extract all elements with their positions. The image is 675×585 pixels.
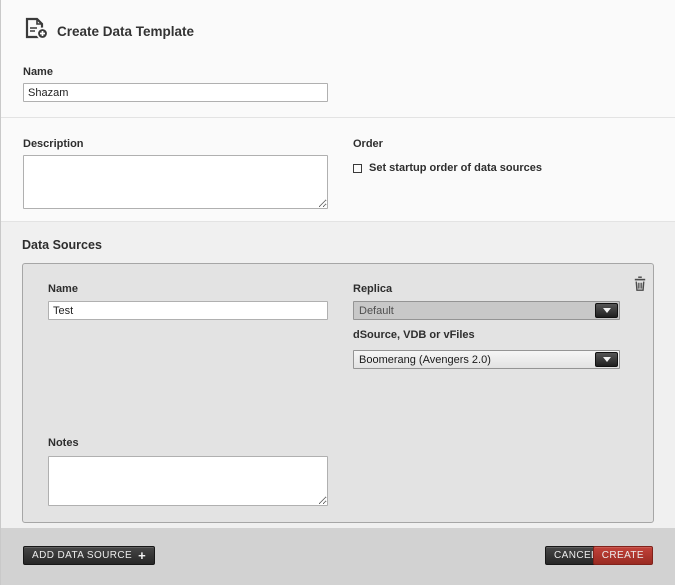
dialog-header: Create Data Template <box>23 0 653 45</box>
order-label: Order <box>353 138 542 150</box>
data-sources-heading: Data Sources <box>22 238 654 252</box>
dialog-footer: ADD DATA SOURCE + CANCEL CREATE <box>1 528 675 585</box>
description-textarea[interactable] <box>23 155 328 209</box>
notes-textarea[interactable] <box>48 456 328 506</box>
replica-label: Replica <box>353 283 392 295</box>
add-data-source-button[interactable]: ADD DATA SOURCE + <box>23 546 155 565</box>
trash-icon <box>633 276 647 292</box>
section-data-sources: Data Sources Name Replica Default dSourc… <box>1 222 675 528</box>
section-top: Create Data Template Name <box>1 0 675 118</box>
chevron-down-icon <box>603 308 611 313</box>
replica-selected-value: Default <box>359 305 394 317</box>
description-label: Description <box>23 138 328 150</box>
dsource-selected-value: Boomerang (Avengers 2.0) <box>359 354 491 366</box>
section-description-order: Description Order Set startup order of d… <box>1 118 675 222</box>
dsource-select[interactable]: Boomerang (Avengers 2.0) <box>353 350 620 369</box>
name-input[interactable] <box>23 83 328 102</box>
dialog-title: Create Data Template <box>57 24 194 39</box>
create-data-template-dialog: Create Data Template Name Description Or… <box>0 0 675 585</box>
order-column: Order Set startup order of data sources <box>353 138 542 221</box>
source-name-label: Name <box>48 283 78 295</box>
name-label: Name <box>23 66 653 78</box>
replica-dropdown-button[interactable] <box>595 303 618 318</box>
create-button[interactable]: CREATE <box>593 546 653 565</box>
replica-select[interactable]: Default <box>353 301 620 320</box>
dsource-label: dSource, VDB or vFiles <box>353 329 475 341</box>
source-name-input[interactable] <box>48 301 328 320</box>
create-button-label: CREATE <box>602 550 644 561</box>
startup-order-checkbox-label: Set startup order of data sources <box>369 162 542 174</box>
startup-order-checkbox-row[interactable]: Set startup order of data sources <box>353 162 542 174</box>
chevron-down-icon <box>603 357 611 362</box>
notes-label: Notes <box>48 437 79 449</box>
description-column: Description <box>23 138 328 221</box>
cancel-button-label: CANCEL <box>554 550 597 561</box>
startup-order-checkbox[interactable] <box>353 164 362 173</box>
add-data-source-label: ADD DATA SOURCE <box>32 550 132 561</box>
data-source-card: Name Replica Default dSource, VDB or vFi… <box>22 263 654 523</box>
plus-icon: + <box>138 549 146 562</box>
create-template-icon <box>23 17 49 45</box>
delete-data-source-button[interactable] <box>633 276 647 292</box>
dsource-dropdown-button[interactable] <box>595 352 618 367</box>
